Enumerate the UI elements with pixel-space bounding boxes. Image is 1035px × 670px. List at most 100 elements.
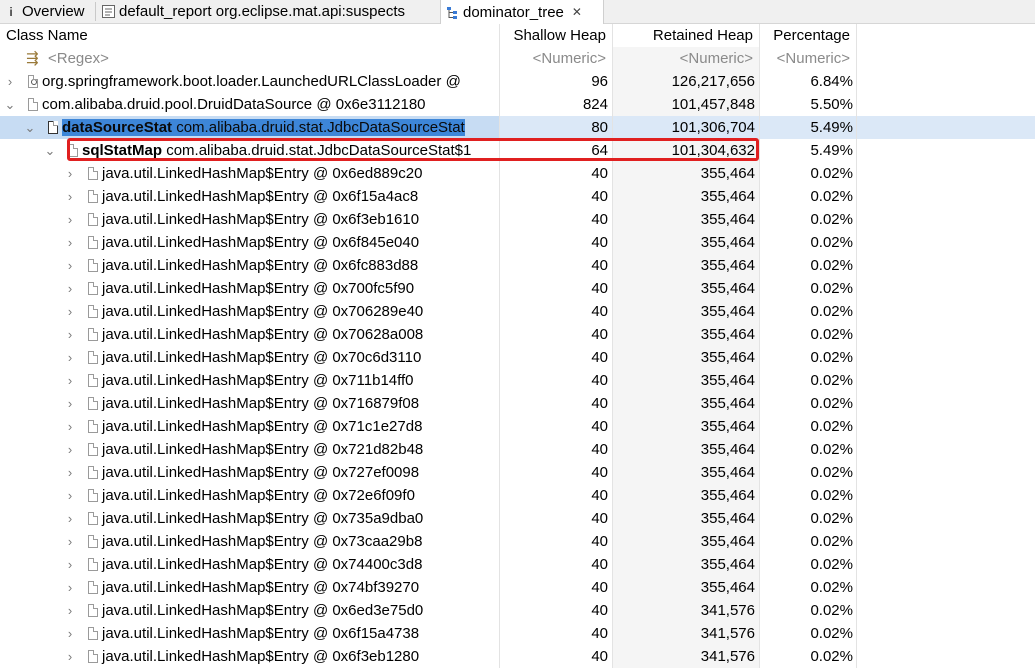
tree-row[interactable]: › java.util.LinkedHashMap$Entry @ 0x6ed88… — [0, 162, 1035, 185]
expand-chevron-icon[interactable]: › — [64, 530, 76, 553]
tree-row[interactable]: › org.springframework.boot.loader.Launche… — [0, 70, 1035, 93]
shallow-heap-cell: 40 — [500, 553, 613, 576]
expand-chevron-icon[interactable]: › — [64, 231, 76, 254]
column-header-row: Class Name Shallow Heap Retained Heap Pe… — [0, 24, 1035, 47]
collapse-chevron-icon[interactable]: ⌄ — [4, 93, 16, 116]
class-name: java.util.LinkedHashMap$Entry @ 0x6f15a4… — [102, 625, 420, 642]
expand-chevron-icon[interactable]: › — [64, 208, 76, 231]
retained-heap-cell: 355,464 — [613, 277, 760, 300]
tree-row[interactable]: › java.util.LinkedHashMap$Entry @ 0x6f3eb… — [0, 645, 1035, 668]
tree-row[interactable]: › java.util.LinkedHashMap$Entry @ 0x6f15a… — [0, 622, 1035, 645]
field-name: dataSourceStat — [62, 119, 173, 136]
class-name: com.alibaba.druid.pool.DruidDataSource @… — [42, 96, 426, 113]
close-icon[interactable]: ✕ — [572, 5, 582, 19]
expand-chevron-icon[interactable]: › — [64, 645, 76, 668]
tree-row[interactable]: › java.util.LinkedHashMap$Entry @ 0x74bf3… — [0, 576, 1035, 599]
tree-row[interactable]: › java.util.LinkedHashMap$Entry @ 0x6f3eb… — [0, 208, 1035, 231]
expand-chevron-icon[interactable]: › — [64, 369, 76, 392]
tree-row[interactable]: ⌄ sqlStatMap com.alibaba.druid.stat.JdbcD… — [0, 139, 1035, 162]
tree-row[interactable]: ⌄ com.alibaba.druid.pool.DruidDataSource … — [0, 93, 1035, 116]
column-header-percentage[interactable]: Percentage — [760, 24, 857, 47]
retained-heap-cell: 355,464 — [613, 484, 760, 507]
expand-chevron-icon[interactable]: › — [64, 576, 76, 599]
expand-chevron-icon[interactable]: › — [4, 70, 16, 93]
column-header-retained-heap[interactable]: Retained Heap — [613, 24, 760, 47]
tree-row[interactable]: › java.util.LinkedHashMap$Entry @ 0x70628… — [0, 323, 1035, 346]
tree-row[interactable]: › java.util.LinkedHashMap$Entry @ 0x72e6f… — [0, 484, 1035, 507]
expand-chevron-icon[interactable]: › — [64, 323, 76, 346]
tree-row[interactable]: › java.util.LinkedHashMap$Entry @ 0x70c6d… — [0, 346, 1035, 369]
expand-chevron-icon[interactable]: › — [64, 346, 76, 369]
percentage-filter[interactable]: <Numeric> — [760, 47, 857, 70]
shallow-heap-cell: 40 — [500, 346, 613, 369]
tree-row[interactable]: › java.util.LinkedHashMap$Entry @ 0x711b1… — [0, 369, 1035, 392]
tree-row[interactable]: › java.util.LinkedHashMap$Entry @ 0x74400… — [0, 553, 1035, 576]
tab-default-report[interactable]: default_report org.eclipse.mat.api:suspe… — [97, 0, 437, 23]
class-name-cell: › java.util.LinkedHashMap$Entry @ 0x71687… — [0, 392, 500, 415]
class-name-cell: › java.util.LinkedHashMap$Entry @ 0x721d8… — [0, 438, 500, 461]
shallow-heap-cell: 40 — [500, 576, 613, 599]
class-name-cell: › java.util.LinkedHashMap$Entry @ 0x6ed3e… — [0, 599, 500, 622]
shallow-heap-cell: 824 — [500, 93, 613, 116]
tree-row[interactable]: › java.util.LinkedHashMap$Entry @ 0x6fc88… — [0, 254, 1035, 277]
collapse-chevron-icon[interactable]: ⌄ — [24, 116, 36, 139]
tree-row[interactable]: › java.util.LinkedHashMap$Entry @ 0x735a9… — [0, 507, 1035, 530]
tree-row[interactable]: › java.util.LinkedHashMap$Entry @ 0x6f15a… — [0, 185, 1035, 208]
column-header-class-name[interactable]: Class Name — [0, 24, 500, 47]
retained-heap-filter[interactable]: <Numeric> — [613, 47, 760, 70]
class-name: java.util.LinkedHashMap$Entry @ 0x6ed889… — [102, 165, 423, 182]
shallow-heap-cell: 40 — [500, 484, 613, 507]
tree-row[interactable]: › java.util.LinkedHashMap$Entry @ 0x70628… — [0, 300, 1035, 323]
expand-chevron-icon[interactable]: › — [64, 484, 76, 507]
object-icon — [28, 98, 38, 111]
tree-row[interactable]: › java.util.LinkedHashMap$Entry @ 0x73caa… — [0, 530, 1035, 553]
tree-row[interactable]: › java.util.LinkedHashMap$Entry @ 0x71c1e… — [0, 415, 1035, 438]
expand-chevron-icon[interactable]: › — [64, 415, 76, 438]
expand-chevron-icon[interactable]: › — [64, 553, 76, 576]
shallow-heap-cell: 40 — [500, 392, 613, 415]
tree-row[interactable]: › java.util.LinkedHashMap$Entry @ 0x71687… — [0, 392, 1035, 415]
percentage-cell: 0.02% — [760, 392, 857, 415]
class-name-cell: › java.util.LinkedHashMap$Entry @ 0x73caa… — [0, 530, 500, 553]
tree-row[interactable]: ⌄ dataSourceStat com.alibaba.druid.stat.J… — [0, 116, 1035, 139]
dominator-tree-table: › org.springframework.boot.loader.Launche… — [0, 70, 1035, 668]
tree-row[interactable]: › java.util.LinkedHashMap$Entry @ 0x727ef… — [0, 461, 1035, 484]
expand-chevron-icon[interactable]: › — [64, 392, 76, 415]
class-name-cell: ⌄ dataSourceStat com.alibaba.druid.stat.J… — [0, 116, 500, 139]
tab-dominator-tree[interactable]: dominator_tree ✕ — [440, 0, 604, 24]
tree-row[interactable]: › java.util.LinkedHashMap$Entry @ 0x6f845… — [0, 231, 1035, 254]
shallow-heap-cell: 80 — [500, 116, 613, 139]
expand-chevron-icon[interactable]: › — [64, 622, 76, 645]
object-label: java.util.LinkedHashMap$Entry @ 0x716879… — [102, 392, 419, 415]
percentage-cell: 5.50% — [760, 93, 857, 116]
expand-chevron-icon[interactable]: › — [64, 461, 76, 484]
percentage-cell: 0.02% — [760, 415, 857, 438]
tab-overview[interactable]: i Overview — [0, 0, 94, 23]
expand-chevron-icon[interactable]: › — [64, 185, 76, 208]
expand-chevron-icon[interactable]: › — [64, 507, 76, 530]
class-name: java.util.LinkedHashMap$Entry @ 0x727ef0… — [102, 464, 420, 481]
column-header-shallow-heap[interactable]: Shallow Heap — [500, 24, 613, 47]
shallow-heap-cell: 40 — [500, 645, 613, 668]
expand-chevron-icon[interactable]: › — [64, 277, 76, 300]
expand-chevron-icon[interactable]: › — [64, 300, 76, 323]
expand-chevron-icon[interactable]: › — [64, 599, 76, 622]
tree-row[interactable]: › java.util.LinkedHashMap$Entry @ 0x721d8… — [0, 438, 1035, 461]
expand-chevron-icon[interactable]: › — [64, 254, 76, 277]
percentage-cell: 0.02% — [760, 208, 857, 231]
shallow-heap-cell: 96 — [500, 70, 613, 93]
expand-chevron-icon[interactable]: › — [64, 438, 76, 461]
collapse-chevron-icon[interactable]: ⌄ — [44, 139, 56, 162]
object-label: java.util.LinkedHashMap$Entry @ 0x711b14… — [102, 369, 414, 392]
tree-row[interactable]: › java.util.LinkedHashMap$Entry @ 0x6ed3e… — [0, 599, 1035, 622]
expand-chevron-icon[interactable]: › — [64, 162, 76, 185]
class-name-cell: › java.util.LinkedHashMap$Entry @ 0x70628… — [0, 323, 500, 346]
class-name: java.util.LinkedHashMap$Entry @ 0x735a9d… — [102, 510, 424, 527]
percentage-cell: 0.02% — [760, 599, 857, 622]
object-label: org.springframework.boot.loader.Launched… — [42, 70, 461, 93]
object-icon — [88, 443, 98, 456]
shallow-heap-filter[interactable]: <Numeric> — [500, 47, 613, 70]
percentage-cell: 0.02% — [760, 622, 857, 645]
class-name-filter[interactable]: ⇶ <Regex> — [0, 47, 500, 70]
tree-row[interactable]: › java.util.LinkedHashMap$Entry @ 0x700fc… — [0, 277, 1035, 300]
